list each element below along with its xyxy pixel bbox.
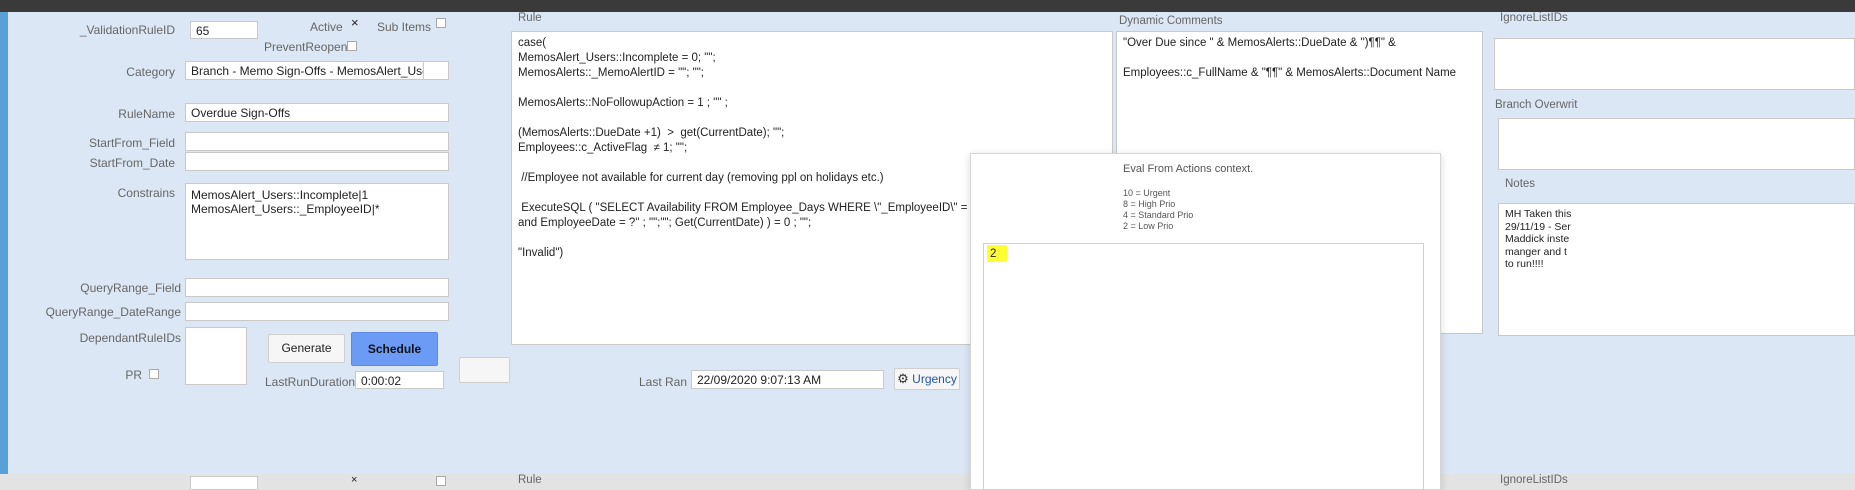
dependant-rule-ids-label: DependantRuleIDs [79, 331, 181, 345]
category-field[interactable]: Branch - Memo Sign-Offs - MemosAlert_Use… [185, 61, 424, 80]
last-ran-label: Last Ran [639, 375, 688, 389]
start-from-date-input[interactable] [185, 152, 449, 171]
start-from-field-label: StartFrom_Field [88, 136, 175, 150]
pr-checkbox[interactable] [149, 369, 159, 379]
dynamic-comments-label: Dynamic Comments [1119, 15, 1223, 27]
dependant-rule-ids-field[interactable] [185, 327, 247, 385]
record-selection-bar [0, 12, 8, 482]
next-active-checkbox[interactable]: × [351, 474, 357, 486]
sub-items-checkbox[interactable] [436, 18, 446, 28]
start-from-field-input[interactable] [185, 132, 449, 151]
priority-item-low: 2 = Low Prio [1123, 221, 1174, 231]
prevent-reopen-label: PreventReopen [264, 40, 348, 54]
constrains-field[interactable]: MemosAlert_Users::Incomplete|1 MemosAler… [185, 183, 449, 260]
last-ran-field[interactable]: 22/09/2020 9:07:13 AM [691, 370, 884, 389]
next-record-strip [0, 474, 1855, 490]
sub-items-label: Sub Items [377, 20, 432, 34]
rule-name-field[interactable]: Overdue Sign-Offs [185, 103, 449, 122]
popover-title: Eval From Actions context. [1123, 163, 1254, 175]
validation-rule-id-label: _ValidationRuleID [79, 23, 175, 37]
notes-field[interactable]: MH Taken this 29/11/19 - Ser Maddick ins… [1498, 203, 1855, 336]
next-rule-label: Rule [518, 474, 542, 486]
category-label: Category [126, 65, 175, 79]
generate-button[interactable]: Generate [268, 334, 345, 363]
gear-icon: ⚙ [897, 371, 909, 386]
constrains-label: Constrains [117, 186, 175, 200]
next-sub-items-checkbox[interactable] [436, 476, 446, 486]
query-range-daterange-label: QueryRange_DateRange [45, 305, 181, 319]
branch-overwrite-field[interactable] [1498, 118, 1855, 170]
rule-name-label: RuleName [118, 107, 175, 121]
rule-label: Rule [518, 12, 542, 24]
schedule-button[interactable]: Schedule [351, 332, 438, 366]
category-dropdown-button[interactable] [423, 61, 449, 80]
start-from-date-label: StartFrom_Date [89, 156, 175, 170]
query-range-field-input[interactable] [185, 278, 449, 297]
ignore-list-ids-field[interactable] [1494, 38, 1855, 90]
notes-label: Notes [1505, 178, 1536, 190]
blank-button[interactable] [459, 357, 510, 383]
active-label: Active [310, 20, 343, 34]
urgency-button[interactable]: ⚙ Urgency [894, 368, 960, 390]
ignore-list-ids-label: IgnoreListIDs [1500, 12, 1568, 24]
urgency-input[interactable] [983, 243, 1424, 490]
last-run-duration-label: LastRunDuration [265, 375, 356, 389]
window-top-bar [0, 0, 1855, 12]
validation-rule-id-field[interactable]: 65 [190, 21, 258, 39]
active-checkbox[interactable]: × [351, 16, 359, 30]
urgency-value: 2 [990, 248, 997, 260]
urgency-label: Urgency [912, 372, 957, 386]
query-range-daterange-input[interactable] [185, 302, 449, 321]
next-validation-rule-id-field[interactable] [190, 476, 258, 490]
pr-label: PR [125, 368, 142, 382]
query-range-field-label: QueryRange_Field [80, 281, 181, 295]
next-ignore-list-ids-label: IgnoreListIDs [1500, 474, 1568, 486]
last-run-duration-field[interactable]: 0:00:02 [355, 371, 444, 389]
prevent-reopen-checkbox[interactable] [347, 41, 357, 51]
branch-overwrite-label: Branch Overwrit [1495, 99, 1578, 111]
